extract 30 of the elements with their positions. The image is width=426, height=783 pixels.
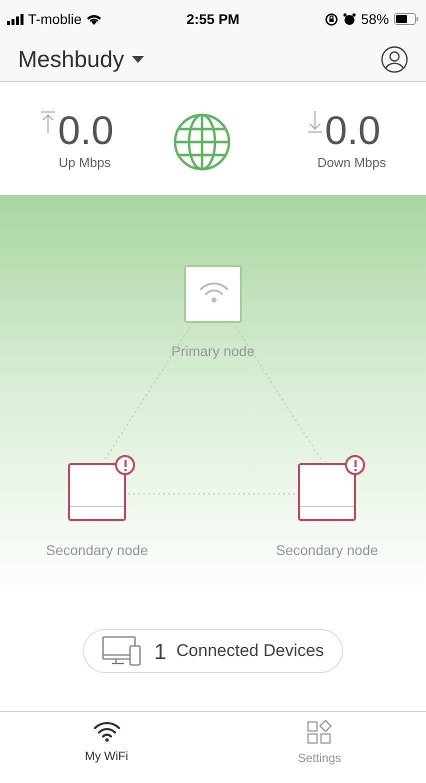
caret-icon — [132, 56, 144, 63]
clock-time: 2:55 PM — [186, 10, 240, 28]
connected-devices-button[interactable]: 1 Connected Devices — [83, 629, 343, 673]
alert-badge — [345, 455, 365, 475]
wifi-icon — [86, 13, 102, 25]
grid-icon — [306, 720, 332, 744]
speed-value: 0.0 — [324, 110, 380, 151]
speed-label: Up Mbps — [58, 154, 111, 172]
router-node[interactable] — [68, 463, 126, 521]
wifi-icon — [92, 720, 120, 742]
battery-percent: 58% — [360, 10, 389, 28]
node-label: Primary node — [171, 342, 255, 361]
alert-badge — [115, 455, 135, 475]
node-label: Secondary node — [46, 541, 148, 560]
speed-label: Down Mbps — [316, 154, 386, 172]
wifi-icon — [199, 280, 229, 304]
download-arrow-icon — [306, 110, 323, 133]
battery-icon — [394, 13, 419, 25]
signal-icon — [7, 14, 24, 24]
alarm-icon — [342, 12, 356, 26]
tab-button[interactable]: My WiFi — [0, 712, 213, 774]
profile-icon[interactable] — [381, 46, 408, 73]
rotation-lock-icon — [324, 12, 338, 26]
upload-arrow-icon — [40, 110, 56, 133]
speed-value: 0.0 — [58, 110, 114, 151]
node-label: Secondary node — [276, 541, 378, 560]
router-node[interactable] — [298, 463, 356, 521]
globe-icon — [173, 112, 232, 170]
router-node[interactable] — [184, 265, 242, 323]
carrier-name: T-moblie — [28, 10, 82, 28]
